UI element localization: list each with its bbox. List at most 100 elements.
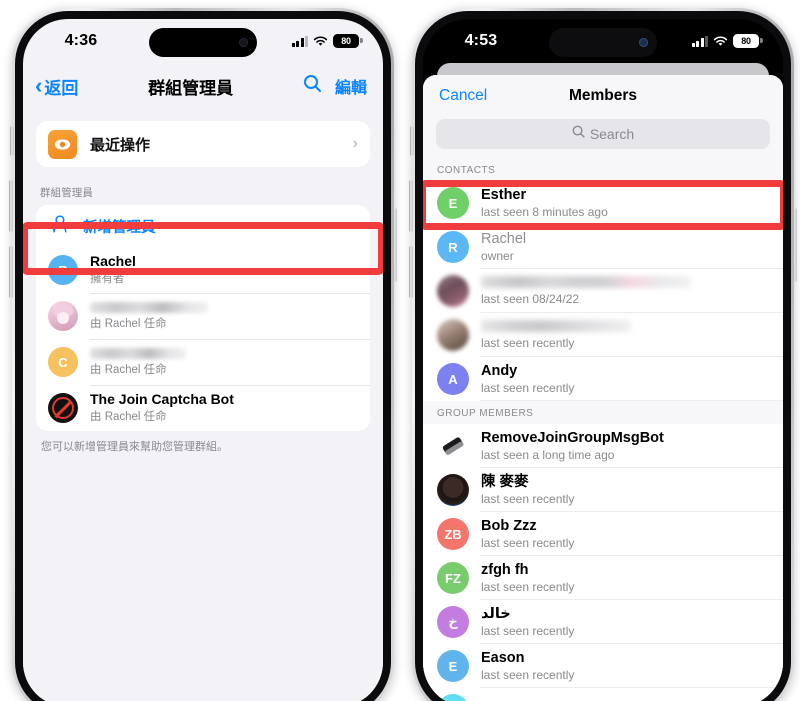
row-text: Esther last seen 8 minutes ago xyxy=(481,186,769,221)
avatar: C xyxy=(48,347,78,377)
row-name: Andy xyxy=(481,362,518,379)
cellular-signal-icon xyxy=(691,35,708,47)
recent-actions-row[interactable]: 最近操作 › xyxy=(36,121,370,167)
row-subtitle: 由 Rachel 任命 xyxy=(90,318,167,331)
row-text: RemoveJoinGroupMsgBot last seen a long t… xyxy=(481,429,769,464)
list-item[interactable]: last seen recently xyxy=(423,313,783,357)
avatar-initial: E xyxy=(448,658,458,674)
list-item[interactable]: R Rachel owner xyxy=(423,225,783,269)
status-time: 4:36 xyxy=(64,32,98,49)
status-icons: 80 xyxy=(691,34,763,48)
row-subtitle: last seen 8 minutes ago xyxy=(481,204,608,219)
volume-up-button-left[interactable] xyxy=(9,180,13,232)
row-subtitle: last seen recently xyxy=(481,380,575,395)
row-name: Esther xyxy=(481,186,527,203)
avatar-initial: ZB xyxy=(444,526,462,542)
list-item[interactable]: last seen 08/24/22 xyxy=(423,269,783,313)
table-row[interactable]: C 由 Rachel 任命 xyxy=(36,339,370,385)
avatar xyxy=(48,393,78,423)
row-subtitle: last seen recently xyxy=(481,667,575,682)
table-row[interactable]: 由 Rachel 任命 xyxy=(36,293,370,339)
battery-icon: 80 xyxy=(733,34,763,48)
silent-switch-left[interactable] xyxy=(10,126,14,156)
avatar: R xyxy=(48,255,78,285)
row-subtitle: owner xyxy=(481,248,514,263)
volume-down-button-right[interactable] xyxy=(409,246,413,298)
row-text: خالد last seen recently xyxy=(481,605,769,640)
dynamic-island xyxy=(149,28,257,57)
row-name: The Join Captcha Bot xyxy=(90,391,234,408)
row-text: Rachel 擁有者 xyxy=(90,253,358,286)
back-button-label: 返回 xyxy=(44,78,79,98)
row-subtitle: last seen a long time ago xyxy=(481,447,615,462)
list-item[interactable]: ZB Bob Zzz last seen recently xyxy=(423,512,783,556)
eye-icon xyxy=(48,129,77,159)
avatar-initial: C xyxy=(58,354,68,370)
row-text: Eason last seen recently xyxy=(481,649,769,684)
volume-down-button-left[interactable] xyxy=(9,246,13,298)
wifi-icon xyxy=(713,36,728,47)
row-subtitle: last seen recently xyxy=(481,623,575,638)
add-admin-label: 新增管理員 xyxy=(83,219,156,236)
add-admin-row[interactable]: 新增管理員 xyxy=(36,205,370,247)
search-icon[interactable] xyxy=(303,74,322,98)
avatar xyxy=(48,301,78,331)
admins-footnote: 您可以新增管理員來幫助您管理群組。 xyxy=(41,441,228,453)
table-row[interactable]: The Join Captcha Bot 由 Rachel 任命 xyxy=(36,385,370,431)
row-name: 陳 麥麥 xyxy=(481,473,529,490)
phone-right: 4:53 80 Cancel Members Search CONTACTS E… xyxy=(409,8,797,701)
section-header-contacts: CONTACTS xyxy=(423,158,783,181)
row-subtitle: last seen 08/24/22 xyxy=(481,292,580,307)
screenshot-stage: 4:36 80 ‹ 返回 群組管理員 編輯 最近操作 › 群組管理員 新增管理員… xyxy=(0,0,800,701)
row-subtitle: last seen recently xyxy=(481,579,575,594)
status-icons: 80 xyxy=(291,34,363,48)
row-text: last seen recently xyxy=(481,318,769,352)
list-item[interactable]: 陳 麥麥 last seen recently xyxy=(423,468,783,512)
members-sheet: Cancel Members Search CONTACTS E Esther … xyxy=(423,75,783,701)
row-text: Andy last seen recently xyxy=(481,362,769,397)
list-item[interactable]: خ خالد last seen recently xyxy=(423,600,783,644)
silent-switch-right[interactable] xyxy=(410,126,414,156)
list-item[interactable]: E Esther last seen 8 minutes ago xyxy=(423,181,783,225)
list-item[interactable]: ji h le d xyxy=(423,688,783,701)
list-item[interactable]: RemoveJoinGroupMsgBot last seen a long t… xyxy=(423,424,783,468)
row-text: Rachel owner xyxy=(481,230,769,265)
sheet-navigation-bar: Cancel Members xyxy=(423,75,783,117)
chevron-right-icon: › xyxy=(352,135,358,152)
section-header-admins: 群組管理員 xyxy=(40,187,93,199)
avatar-initial: FZ xyxy=(445,570,461,586)
edit-button[interactable]: 編輯 xyxy=(335,74,367,98)
front-camera-icon xyxy=(239,38,248,47)
avatar: ZB xyxy=(437,518,469,550)
avatar xyxy=(437,319,469,351)
list-item[interactable]: E Eason last seen recently xyxy=(423,644,783,688)
avatar: A xyxy=(437,363,469,395)
row-name: Eason xyxy=(481,649,525,666)
redacted-name xyxy=(481,276,691,289)
power-button-right[interactable] xyxy=(793,208,797,282)
row-subtitle: 擁有者 xyxy=(90,272,125,285)
back-button[interactable]: ‹ 返回 xyxy=(35,74,78,99)
row-name: RemoveJoinGroupMsgBot xyxy=(481,429,664,446)
row-text: The Join Captcha Bot 由 Rachel 任命 xyxy=(90,391,358,424)
members-list[interactable]: CONTACTS E Esther last seen 8 minutes ag… xyxy=(423,158,783,701)
table-row[interactable]: R Rachel 擁有者 xyxy=(36,247,370,293)
row-name: Bob Zzz xyxy=(481,517,537,534)
power-button-left[interactable] xyxy=(393,208,397,282)
redacted-name xyxy=(90,302,208,314)
row-subtitle: last seen recently xyxy=(481,491,575,506)
cancel-button[interactable]: Cancel xyxy=(439,87,487,105)
recent-actions-label: 最近操作 xyxy=(90,136,151,154)
volume-up-button-right[interactable] xyxy=(409,180,413,232)
avatar: خ xyxy=(437,606,469,638)
search-input[interactable]: Search xyxy=(436,119,770,149)
search-container: Search xyxy=(423,117,783,158)
list-item[interactable]: A Andy last seen recently xyxy=(423,357,783,401)
row-name: Rachel xyxy=(90,253,136,270)
row-text: 由 Rachel 任命 xyxy=(90,300,358,332)
avatar: FZ xyxy=(437,562,469,594)
list-item[interactable]: FZ zfgh fh last seen recently xyxy=(423,556,783,600)
row-text: 由 Rachel 任命 xyxy=(90,346,358,378)
row-name: خالد xyxy=(481,605,511,622)
row-text: last seen 08/24/22 xyxy=(481,274,769,308)
